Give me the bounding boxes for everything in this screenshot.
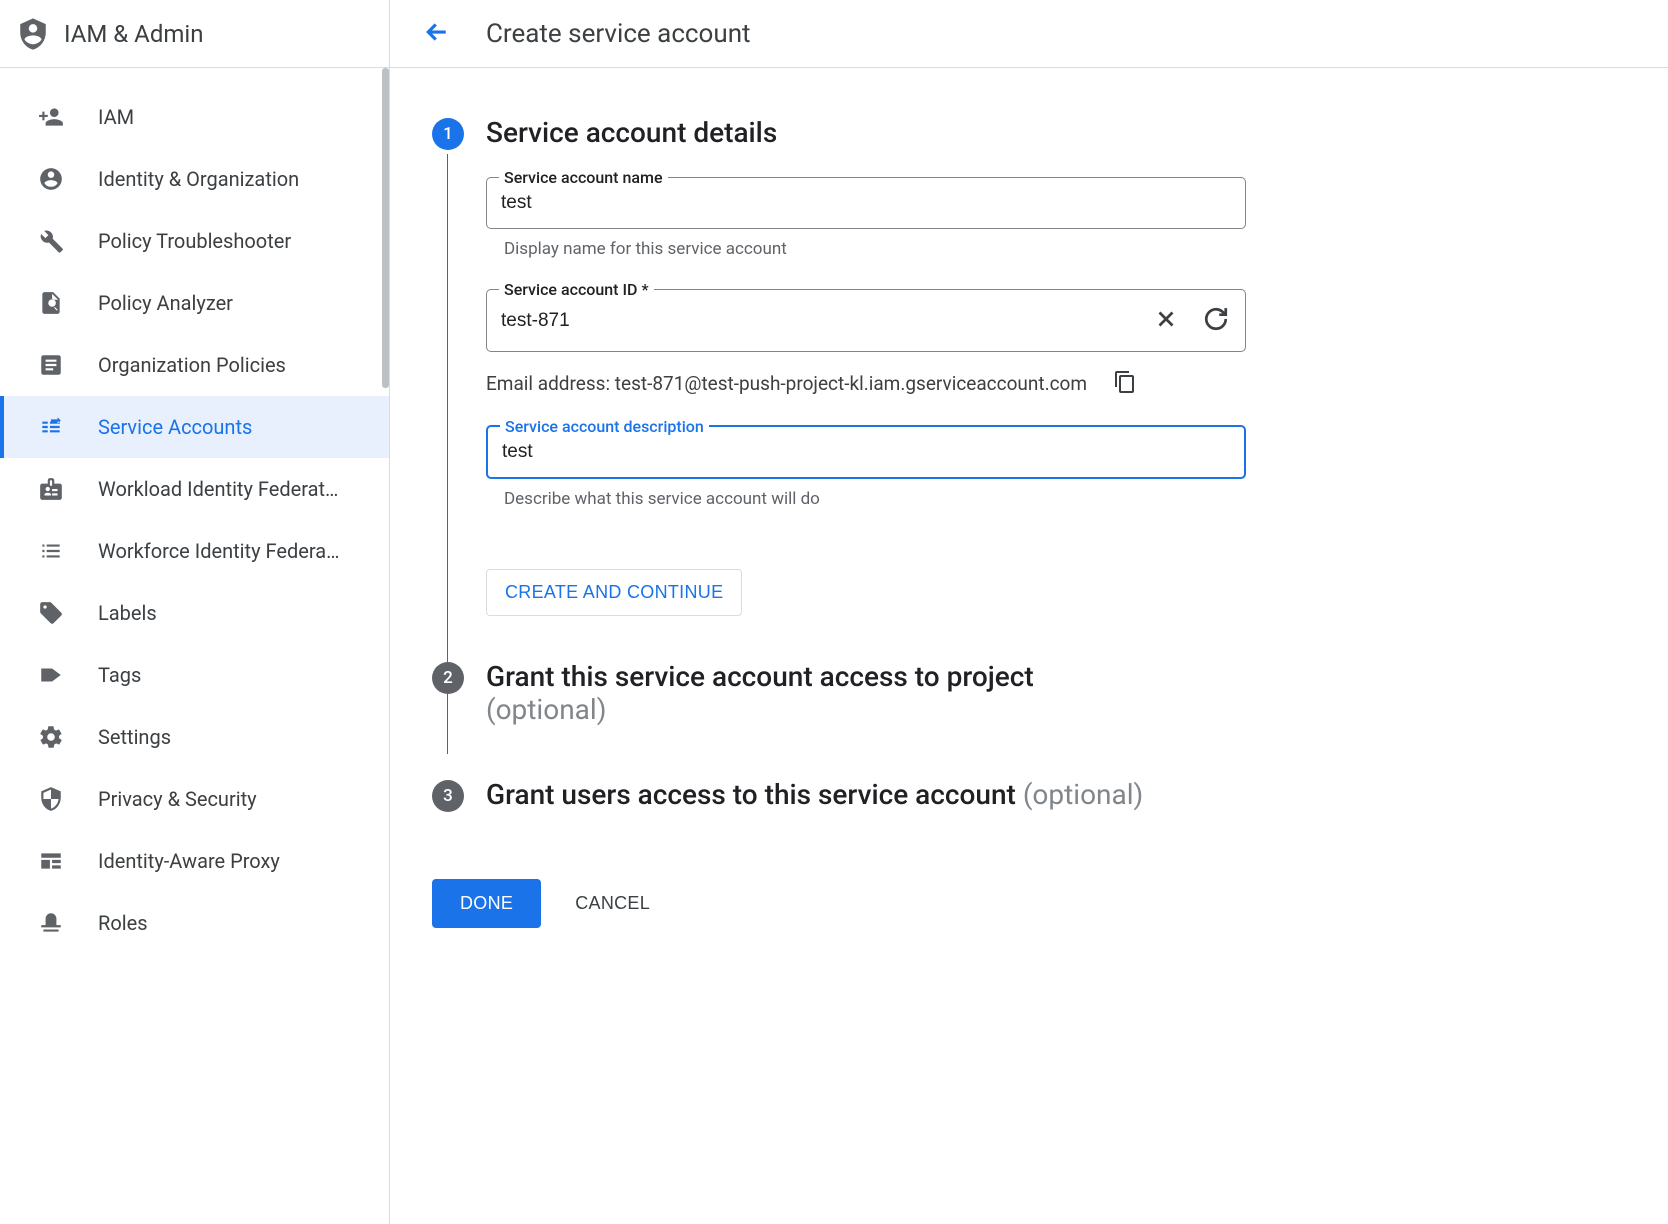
service-account-id-field: Service account ID * xyxy=(486,289,1246,352)
back-button[interactable] xyxy=(418,13,456,54)
badge-icon xyxy=(38,476,64,502)
hat-icon xyxy=(38,910,64,936)
step-2: 2 Grant this service account access to p… xyxy=(432,660,1626,754)
page-title: Create service account xyxy=(486,19,751,49)
iam-admin-shield-icon xyxy=(20,21,46,47)
service-account-name-input[interactable] xyxy=(501,192,1231,214)
main-header: Create service account xyxy=(390,0,1668,68)
sidebar-item-label: Policy Analyzer xyxy=(98,291,233,315)
sidebar-item-roles[interactable]: Roles xyxy=(0,892,389,954)
sidebar-item-label: Tags xyxy=(98,663,141,687)
sidebar-item-label: Workforce Identity Federa… xyxy=(98,539,339,563)
service-account-description-field: Service account description xyxy=(486,425,1246,479)
email-row: Email address: test-871@test-push-projec… xyxy=(486,368,1246,399)
shield-icon xyxy=(38,786,64,812)
step-1-title: Service account details xyxy=(486,116,1626,149)
sidebar-item-service-accounts[interactable]: Service Accounts xyxy=(0,396,389,458)
sidebar-title: IAM & Admin xyxy=(64,20,204,48)
sidebar-item-settings[interactable]: Settings xyxy=(0,706,389,768)
step-3: 3 Grant users access to this service acc… xyxy=(432,778,1626,839)
sidebar-item-label: Workload Identity Federat… xyxy=(98,477,338,501)
sidebar-item-label: Roles xyxy=(98,911,148,935)
sidebar-item-workload-identity-federat[interactable]: Workload Identity Federat… xyxy=(0,458,389,520)
sidebar-item-label: Privacy & Security xyxy=(98,787,257,811)
sidebar-item-label: Organization Policies xyxy=(98,353,286,377)
cancel-button[interactable]: CANCEL xyxy=(575,893,650,914)
service-account-name-field: Service account name xyxy=(486,177,1246,229)
regenerate-id-button[interactable] xyxy=(1201,304,1231,337)
wrench-icon xyxy=(38,228,64,254)
sidebar-item-organization-policies[interactable]: Organization Policies xyxy=(0,334,389,396)
id-label: Service account ID * xyxy=(499,280,654,299)
copy-email-button[interactable] xyxy=(1111,368,1139,399)
sidebar-nav: IAM Identity & Organization Policy Trouble… xyxy=(0,68,389,954)
sidebar-item-labels[interactable]: Labels xyxy=(0,582,389,644)
step-3-circle: 3 xyxy=(432,780,464,812)
article-icon xyxy=(38,352,64,378)
scrollbar-thumb[interactable] xyxy=(382,68,389,388)
gear-icon xyxy=(38,724,64,750)
clear-id-button[interactable] xyxy=(1151,304,1181,337)
name-label: Service account name xyxy=(499,168,668,187)
refresh-icon xyxy=(1203,306,1229,335)
step-3-title[interactable]: Grant users access to this service accou… xyxy=(486,778,1626,811)
done-button[interactable]: DONE xyxy=(432,879,541,928)
list-icon xyxy=(38,538,64,564)
step-2-title[interactable]: Grant this service account access to pro… xyxy=(486,660,1626,726)
service-account-icon xyxy=(38,414,64,440)
label-arrow-icon xyxy=(38,662,64,688)
sidebar-item-label: Labels xyxy=(98,601,157,625)
service-account-id-input[interactable] xyxy=(501,310,1151,332)
sidebar-item-tags[interactable]: Tags xyxy=(0,644,389,706)
step-1-circle: 1 xyxy=(432,118,464,150)
sidebar-header: IAM & Admin xyxy=(0,0,389,68)
sidebar-item-policy-troubleshooter[interactable]: Policy Troubleshooter xyxy=(0,210,389,272)
sidebar-item-label: Policy Troubleshooter xyxy=(98,229,291,253)
step-2-circle: 2 xyxy=(432,662,464,694)
service-account-description-input[interactable] xyxy=(502,441,1230,463)
copy-icon xyxy=(1113,370,1137,397)
sidebar-item-policy-analyzer[interactable]: Policy Analyzer xyxy=(0,272,389,334)
step-connector xyxy=(447,696,448,736)
content: 1 Service account details Service accoun… xyxy=(390,68,1668,1224)
action-row: DONE CANCEL xyxy=(432,879,1626,928)
sidebar-item-label: Identity-Aware Proxy xyxy=(98,849,280,873)
step-1: 1 Service account details Service accoun… xyxy=(432,116,1626,616)
close-icon xyxy=(1153,306,1179,335)
person-add-icon xyxy=(38,104,64,130)
iap-icon xyxy=(38,848,64,874)
arrow-back-icon xyxy=(422,17,452,50)
sidebar-item-label: IAM xyxy=(98,105,134,129)
sidebar-item-label: Identity & Organization xyxy=(98,167,299,191)
tag-icon xyxy=(38,600,64,626)
account-circle-icon xyxy=(38,166,64,192)
description-help: Describe what this service account will … xyxy=(504,489,1246,509)
description-label: Service account description xyxy=(500,417,709,436)
create-and-continue-button[interactable]: CREATE AND CONTINUE xyxy=(486,569,742,616)
name-help: Display name for this service account xyxy=(504,239,1246,259)
main-area: Create service account 1 Service account… xyxy=(390,0,1668,1224)
doc-search-icon xyxy=(38,290,64,316)
sidebar-item-label: Settings xyxy=(98,725,171,749)
email-text: Email address: test-871@test-push-projec… xyxy=(486,372,1087,395)
sidebar: IAM & Admin IAM Identity & Organization Po… xyxy=(0,0,390,1224)
sidebar-item-privacy-security[interactable]: Privacy & Security xyxy=(0,768,389,830)
sidebar-item-identity-organization[interactable]: Identity & Organization xyxy=(0,148,389,210)
sidebar-item-label: Service Accounts xyxy=(98,415,252,439)
sidebar-item-iam[interactable]: IAM xyxy=(0,86,389,148)
sidebar-item-workforce-identity-federa[interactable]: Workforce Identity Federa… xyxy=(0,520,389,582)
sidebar-item-identity-aware-proxy[interactable]: Identity-Aware Proxy xyxy=(0,830,389,892)
